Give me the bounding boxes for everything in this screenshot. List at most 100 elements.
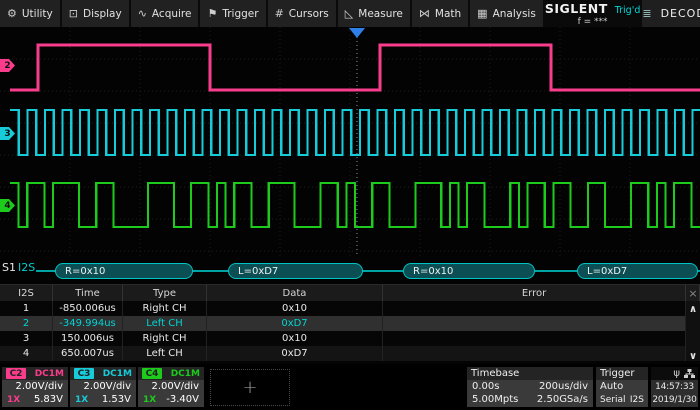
channel-probe: 1X [143, 395, 156, 405]
menu-item-analysis[interactable]: ▦ Analysis [470, 0, 543, 27]
menu-item-math[interactable]: ⋈Math [412, 0, 468, 27]
decode-protocol-label: I2S [18, 261, 35, 274]
add-channel-button[interactable]: + [210, 369, 290, 406]
channel-scale: 2.00V/div [151, 381, 199, 392]
menu-item-label: Utility [22, 8, 53, 20]
table-header-cell: Type [123, 285, 207, 301]
table-cell: 150.006us [53, 331, 123, 346]
frequency-counter: f = *** [578, 17, 608, 27]
table-scroll-up-icon[interactable]: ∧ [686, 302, 700, 316]
table-cell: Right CH [123, 331, 207, 346]
table-cell: 0xD7 [207, 346, 383, 361]
brand-logo: SIGLENT [545, 1, 608, 16]
menu-item-label: Math [435, 8, 461, 20]
decode-table: I2STimeTypeDataError1-850.006usRight CH0… [0, 284, 700, 364]
channel-box-c3[interactable]: C3 DC1M 2.00V/div 1X 1.53V [70, 367, 136, 407]
waveform-grid: 234R=0x10L=0xD7R=0x10L=0xD7 S1I2S [0, 27, 700, 284]
menu-item-utility[interactable]: ⚙ Utility [0, 0, 60, 27]
table-cell: -349.994us [53, 316, 123, 331]
menu-item-label: Display [83, 8, 122, 20]
timebase-delay: 0.00s [472, 381, 499, 392]
decode-table-row[interactable]: 2-349.994usLeft CH0xD7 [0, 316, 700, 331]
decode-table-header: I2STimeTypeDataError [0, 285, 700, 301]
channel-offset: 1.53V [102, 394, 131, 405]
trigger-mode: Auto [600, 381, 623, 392]
c3-waveform [10, 110, 700, 155]
plus-icon: + [242, 377, 257, 398]
trigger-title: Trigger [600, 368, 635, 379]
timebase-title: Timebase [471, 368, 519, 379]
channel-badge-c2: C2 [6, 368, 26, 379]
table-cell: -850.006us [53, 301, 123, 316]
decode-table-row[interactable]: 3150.006usRight CH0x10 [0, 331, 700, 346]
system-time: 14:57:33 [651, 380, 698, 393]
table-scroll-down-icon[interactable]: ∨ [686, 349, 700, 363]
table-cell: 650.007us [53, 346, 123, 361]
clock-box: ψ 14:57:33 2019/1/30 [651, 367, 698, 407]
channel-scale: 2.00V/div [83, 381, 131, 392]
c4-waveform [10, 183, 700, 227]
channel-coupling: DC1M [35, 369, 64, 379]
decode-table-row[interactable]: 1-850.006usRight CH0x10 [0, 301, 700, 316]
brand-block: SIGLENT Trig'd f = *** [545, 0, 641, 27]
waveform-canvas [0, 27, 700, 284]
channel-probe: 1X [75, 395, 88, 405]
lan-icon [684, 369, 695, 379]
channel-offset: 5.83V [34, 394, 63, 405]
menu-item-acquire[interactable]: ∿ Acquire [131, 0, 199, 27]
decode-table-row[interactable]: 4650.007usLeft CH0xD7 [0, 346, 700, 361]
acquire-wave-icon: ∿ [138, 8, 147, 19]
table-header-cell: I2S [0, 285, 53, 301]
menu-item-display[interactable]: ⊡Display [62, 0, 129, 27]
channel-offset: -3.40V [166, 394, 199, 405]
table-cell: 0xD7 [207, 316, 383, 331]
decode-list-icon: ≣ [642, 7, 651, 20]
menu-item-label: Measure [358, 8, 403, 20]
decode-bus-bubble: L=0xD7 [228, 263, 363, 279]
channel-probe: 1X [7, 395, 20, 405]
channel-coupling: DC1M [103, 369, 132, 379]
table-cell [383, 316, 686, 331]
menu-item-label: Cursors [289, 8, 329, 20]
channel-badge-c3: C3 [74, 368, 94, 379]
table-cell [383, 346, 686, 361]
table-close-button[interactable]: × [686, 285, 700, 301]
menu-item-label: Analysis [493, 8, 536, 20]
decode-bus-label[interactable]: S1I2S [2, 261, 35, 274]
cursors-icon: # [275, 8, 284, 19]
table-header-cell: Error [383, 285, 686, 301]
table-cell [383, 301, 686, 316]
decode-source-label: S1 [2, 261, 16, 274]
measure-icon: ◺ [345, 8, 353, 19]
c2-waveform [10, 45, 700, 90]
decode-menu-label: DECODE [661, 7, 700, 20]
channel-box-c4[interactable]: C4DC1M2.00V/div1X-3.40V [138, 367, 204, 407]
gear-icon: ⚙ [7, 8, 17, 19]
table-cell: 0x10 [207, 331, 383, 346]
trigger-flag-icon: ⚑ [207, 8, 217, 19]
analysis-icon: ▦ [477, 8, 487, 19]
trigger-position-marker[interactable] [349, 28, 365, 38]
timebase-box[interactable]: Timebase 0.00s 200us/div 5.00Mpts 2.50GS… [467, 367, 593, 407]
menu-bar: ⚙ Utility ⊡Display ∿ Acquire ⚑ Trigger # Cursors… [0, 0, 700, 27]
oscilloscope-screen: ⚙ Utility ⊡Display ∿ Acquire ⚑ Trigger # Cursors… [0, 0, 700, 410]
status-bar: C2 DC1M 2.00V/div 1X 5.83V C3 DC1M 2.00V/div 1X 1… [0, 364, 700, 410]
menu-item-decode[interactable]: ≣ DECODE [642, 0, 700, 27]
table-cell [383, 331, 686, 346]
menu-item-cursors[interactable]: # Cursors [268, 0, 336, 27]
menu-item-measure[interactable]: ◺ Measure [338, 0, 410, 27]
menu-item-label: Trigger [222, 8, 258, 20]
table-header-cell: Time [53, 285, 123, 301]
trigger-protocol: I2S [630, 395, 644, 405]
decode-bus-bubble: L=0xD7 [577, 263, 698, 279]
trigger-box[interactable]: Trigger Auto Serial I2S [596, 367, 648, 407]
table-cell: Left CH [123, 316, 207, 331]
channel-box-c2[interactable]: C2 DC1M 2.00V/div 1X 5.83V [2, 367, 68, 407]
menu-item-label: Acquire [152, 8, 192, 20]
system-date: 2019/1/30 [651, 393, 698, 406]
menu-item-trigger[interactable]: ⚑ Trigger [200, 0, 265, 27]
channel-scale: 2.00V/div [15, 381, 63, 392]
decode-bus-bubble: R=0x10 [55, 263, 193, 279]
table-cell: Left CH [123, 346, 207, 361]
timebase-sample-rate: 2.50GSa/s [537, 394, 588, 405]
